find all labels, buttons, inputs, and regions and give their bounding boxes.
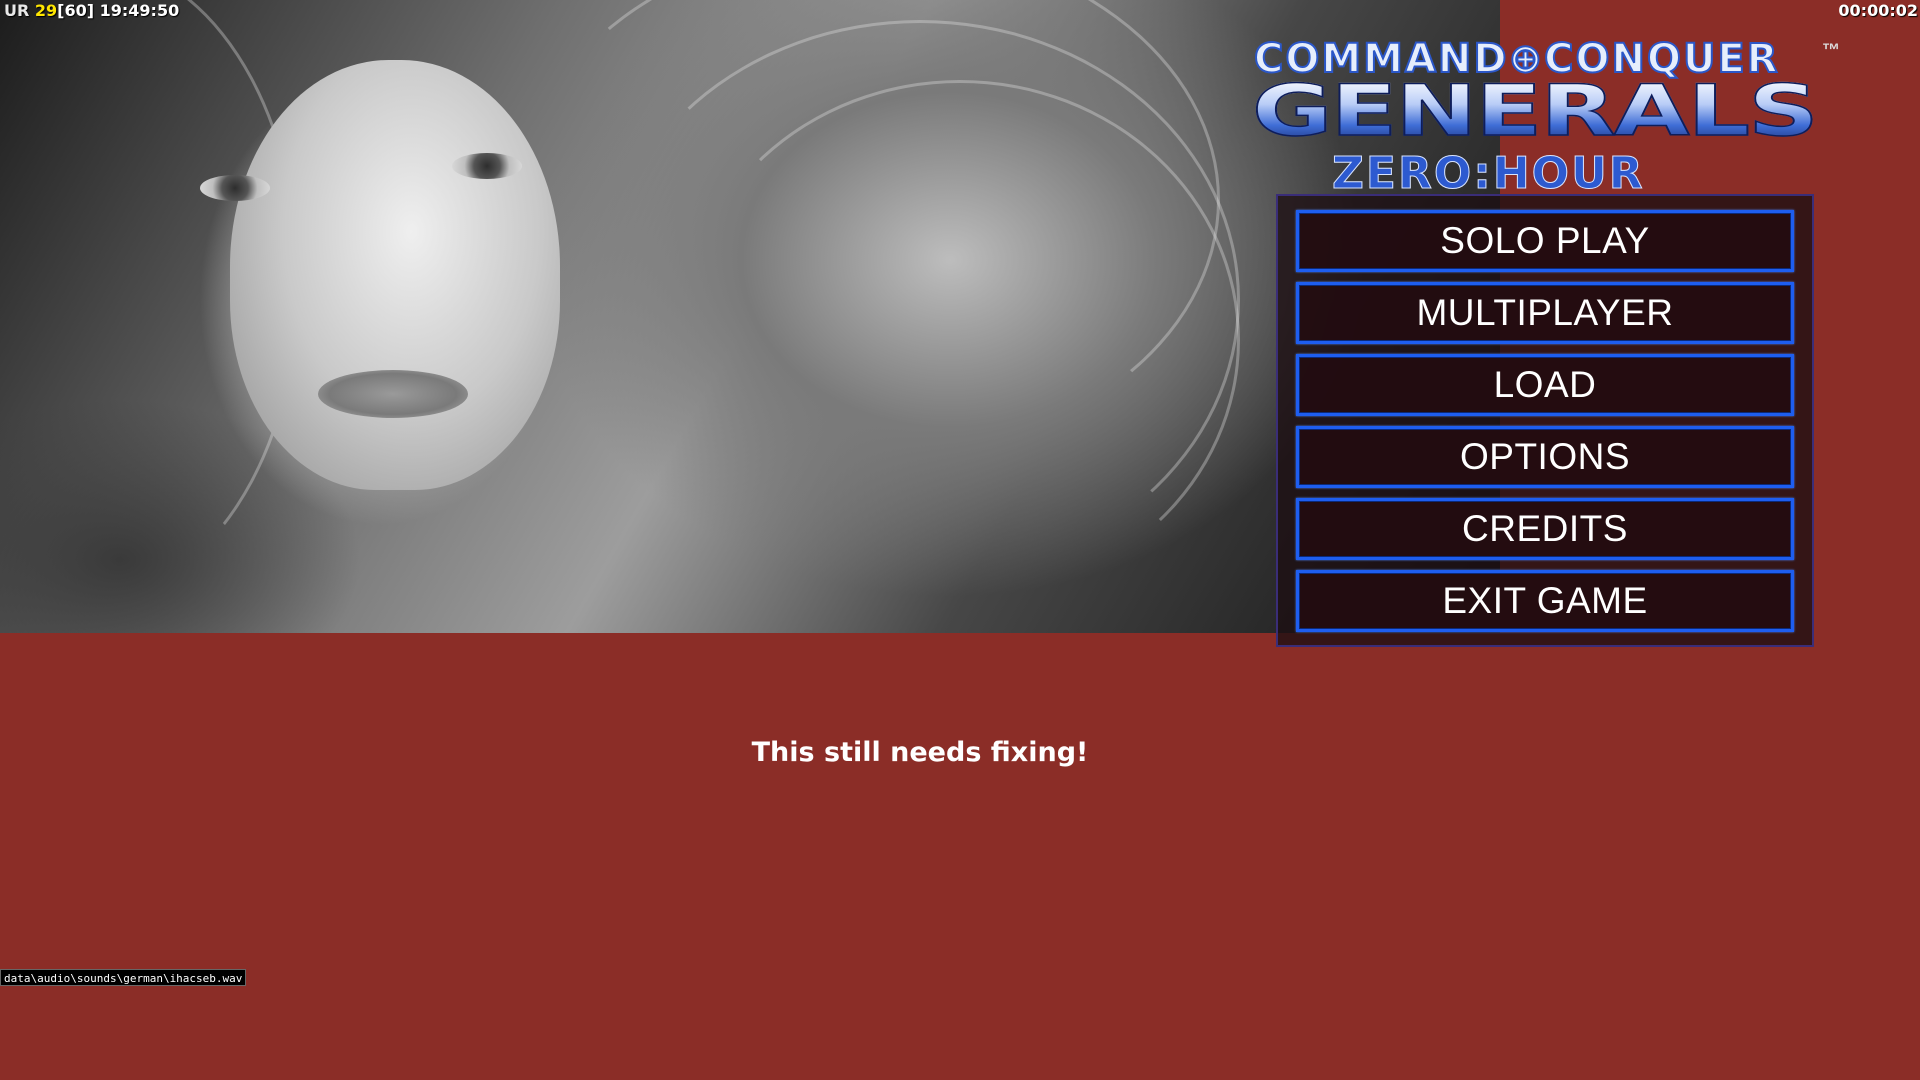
load-button[interactable]: LOAD <box>1296 354 1794 416</box>
portrait-face <box>230 60 560 490</box>
game-logo: COMMAND⊕CONQUER ™ GENERALS ZERO:HOUR <box>1251 35 1852 200</box>
solo-play-button[interactable]: SOLO PLAY <box>1296 210 1794 272</box>
hud-prefix: UR <box>4 1 30 20</box>
logo-title: GENERALS <box>1251 75 1822 147</box>
hair-strand <box>680 80 1240 600</box>
portrait-eye-right <box>452 153 522 179</box>
fps-cap: [60] <box>57 1 95 20</box>
debug-sound-path: data\audio\sounds\german\ihacseb.wav <box>0 969 247 986</box>
status-message: This still needs fixing! <box>751 737 1089 768</box>
logo-subtitle: ZERO:HOUR <box>1332 148 1645 200</box>
fps-value: 29 <box>34 1 58 20</box>
main-menu-panel: SOLO PLAY MULTIPLAYER LOAD OPTIONS CREDI… <box>1276 194 1814 647</box>
portrait-eye-left <box>200 175 270 201</box>
main-menu-screen: UR 29[60] 19:49:50 00:00:02 COMMAND⊕CONQ… <box>0 0 1920 1080</box>
multiplayer-button[interactable]: MULTIPLAYER <box>1296 282 1794 344</box>
fps-counter: UR 29[60] 19:49:50 <box>4 1 179 20</box>
exit-game-button[interactable]: EXIT GAME <box>1296 570 1794 632</box>
portrait-lips <box>318 370 468 418</box>
logo-trademark: ™ <box>1822 40 1840 60</box>
elapsed-timer: 00:00:02 <box>1838 1 1918 20</box>
clock-time: 19:49:50 <box>99 1 180 20</box>
options-button[interactable]: OPTIONS <box>1296 426 1794 488</box>
credits-button[interactable]: CREDITS <box>1296 498 1794 560</box>
